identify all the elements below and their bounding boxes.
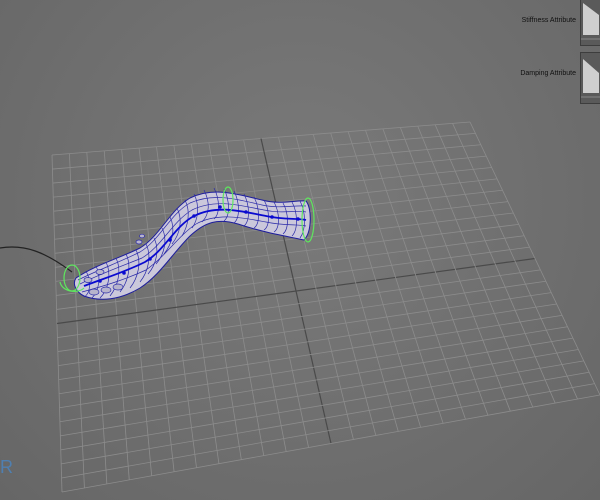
grid-line	[61, 394, 600, 493]
tentacle-mesh[interactable]	[73, 187, 311, 300]
grid-line	[452, 123, 578, 400]
stiffness-attribute-ramp[interactable]	[580, 0, 600, 46]
stiffness-attribute-row: Stiffness Attribute	[500, 0, 600, 48]
damping-attribute-label: Damping Attribute	[520, 70, 576, 77]
grid-line	[60, 349, 579, 437]
grid-line	[365, 130, 466, 420]
grid-line	[399, 127, 511, 412]
grid-line	[59, 326, 568, 409]
grid-line	[61, 383, 595, 479]
grid-line	[417, 125, 534, 408]
grid-line	[60, 360, 584, 451]
grid-line	[58, 292, 552, 367]
stiffness-attribute-label: Stiffness Attribute	[521, 17, 576, 24]
tentacle-surface	[73, 191, 311, 300]
ground-grid	[51, 121, 600, 493]
view-axis-letter: R	[0, 457, 13, 477]
damping-attribute-row: Damping Attribute	[500, 52, 600, 104]
grid-line	[347, 131, 444, 424]
3d-viewport[interactable]: Stiffness Attribute Damping Attribute R	[0, 0, 600, 500]
grid-line	[59, 337, 573, 423]
spline-curve[interactable]	[0, 246, 73, 273]
damping-attribute-ramp[interactable]	[580, 52, 600, 104]
grid-line	[382, 128, 489, 416]
grid-line	[61, 371, 590, 465]
grid-line	[469, 121, 600, 396]
